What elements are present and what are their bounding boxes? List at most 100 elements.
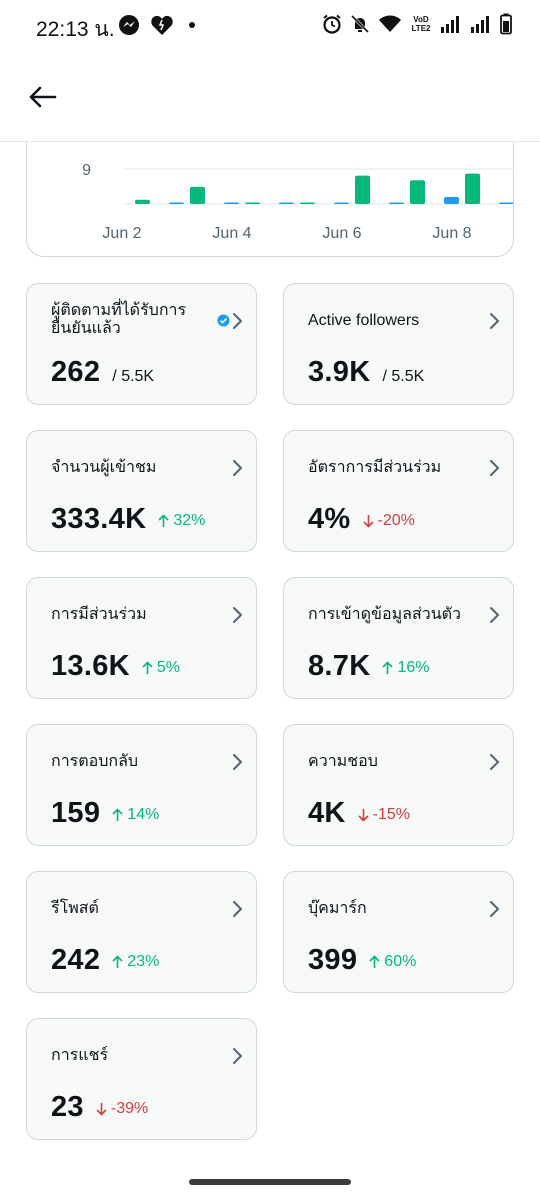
bar-blue[interactable]: [279, 202, 294, 204]
metric-value-row: 3.9K / 5.5K: [308, 356, 424, 389]
metric-label-text: รีโพสต์: [51, 900, 99, 917]
metric-value: 3.9K: [308, 356, 371, 388]
metric-value-row: 8.7K 16%: [308, 650, 430, 683]
metric-value: 13.6K: [51, 650, 130, 682]
bar-green[interactable]: [245, 202, 260, 204]
header-bar: [0, 52, 540, 142]
metric-label: บุ๊คมาร์ก: [308, 900, 473, 918]
x-tick-label: Jun 4: [212, 225, 251, 242]
arrow-left-icon: [29, 86, 57, 108]
metric-label-text: การมีส่วนร่วม: [51, 606, 147, 623]
bar-green[interactable]: [355, 175, 370, 204]
verified-badge-icon: [217, 314, 230, 327]
metric-value-row: 262 / 5.5K: [51, 356, 154, 389]
status-bar: 22:13 น. VoD LTE2: [0, 0, 540, 52]
arrow-down-icon: [96, 1103, 107, 1116]
metric-value-row: 333.4K 32%: [51, 503, 205, 536]
bar-blue[interactable]: [224, 202, 239, 204]
metric-label: การเข้าดูข้อมูลส่วนตัว: [308, 606, 473, 624]
metric-value: 23: [51, 1091, 84, 1123]
metric-value-row: 242 23%: [51, 944, 159, 977]
metric-trend-value: -15%: [372, 806, 411, 823]
metric-trend-value: 16%: [397, 659, 430, 676]
x-tick-label: Jun 6: [322, 225, 361, 242]
metric-tile[interactable]: ความชอบ 4K -15%: [283, 724, 514, 846]
metric-value-row: 399 60%: [308, 944, 416, 977]
chevron-right-icon: [233, 607, 242, 623]
metric-value-row: 4% -20%: [308, 503, 415, 536]
bar-green[interactable]: [135, 199, 150, 204]
arrow-down-icon: [362, 515, 374, 528]
metric-label-text: Active followers: [308, 312, 420, 329]
alarm-icon: [323, 14, 341, 34]
metric-value: 262: [51, 356, 101, 388]
bar-green[interactable]: [410, 180, 425, 204]
bar-blue[interactable]: [169, 202, 184, 204]
metric-trend: -39%: [96, 1100, 148, 1118]
metric-tile[interactable]: การมีส่วนร่วม 13.6K 5%: [26, 577, 257, 699]
metric-trend-value: -20%: [377, 512, 415, 529]
metric-tile[interactable]: Active followers 3.9K / 5.5K: [283, 283, 514, 405]
metric-trend-value: 5%: [156, 659, 181, 676]
bar-blue[interactable]: [334, 202, 349, 204]
metric-trend: 32%: [158, 512, 205, 530]
metric-label-text: ความชอบ: [308, 753, 378, 770]
metric-value-row: 13.6K 5%: [51, 650, 180, 683]
bar-green[interactable]: [465, 173, 480, 204]
metric-trend-value: 23%: [127, 953, 160, 970]
back-button[interactable]: [22, 80, 62, 114]
bar-blue[interactable]: [389, 202, 404, 204]
metric-value: 4K: [308, 797, 346, 829]
chevron-right-icon: [490, 313, 499, 329]
metric-total: / 5.5K: [112, 368, 155, 385]
bar-green[interactable]: [300, 202, 315, 204]
mute-icon: [350, 14, 370, 34]
arrow-up-icon: [112, 955, 123, 968]
metric-tile[interactable]: การแชร์ 23 -39%: [26, 1018, 257, 1140]
arrow-up-icon: [158, 514, 169, 527]
metric-trend: 14%: [112, 806, 159, 824]
metric-tile[interactable]: รีโพสต์ 242 23%: [26, 871, 257, 993]
bar-blue[interactable]: [444, 197, 459, 204]
bar-blue[interactable]: [499, 202, 514, 204]
metric-trend-value: -39%: [110, 1100, 149, 1117]
metric-trend: 23%: [112, 953, 159, 971]
metric-value: 8.7K: [308, 650, 371, 682]
metric-label: จำนวนผู้เข้าชม: [51, 459, 216, 477]
metric-label: การมีส่วนร่วม: [51, 606, 216, 624]
bar-green[interactable]: [190, 186, 205, 204]
chevron-right-icon: [490, 607, 499, 623]
metric-label-text: การแชร์: [51, 1047, 109, 1064]
metric-label: ความชอบ: [308, 753, 473, 771]
metric-label-text: การตอบกลับ: [51, 753, 139, 770]
metric-tile[interactable]: อัตราการมีส่วนร่วม 4% -20%: [283, 430, 514, 552]
signal-icon: [471, 16, 489, 33]
metric-trend-value: 14%: [127, 806, 160, 823]
metric-label: อัตราการมีส่วนร่วม: [308, 459, 473, 477]
metric-label: การตอบกลับ: [51, 753, 216, 771]
signal-icon: [441, 16, 459, 33]
metric-label: ผู้ติดตามที่ได้รับการยืนยันแล้ว: [51, 302, 230, 338]
metric-label-text: ผู้ติดตามที่ได้รับการยืนยันแล้ว: [51, 302, 187, 337]
battery-icon: [500, 13, 512, 35]
metric-value: 399: [308, 944, 358, 976]
metric-trend: 60%: [369, 953, 416, 971]
wifi-icon: [379, 15, 401, 32]
home-indicator[interactable]: [189, 1179, 351, 1185]
chevron-right-icon: [490, 901, 499, 917]
metric-tile[interactable]: การตอบกลับ 159 14%: [26, 724, 257, 846]
arrow-down-icon: [358, 809, 369, 822]
status-time: 22:13 น.: [36, 18, 115, 41]
metric-value-row: 4K -15%: [308, 797, 410, 830]
metric-tile[interactable]: การเข้าดูข้อมูลส่วนตัว 8.7K 16%: [283, 577, 514, 699]
metric-tile[interactable]: จำนวนผู้เข้าชม 333.4K 32%: [26, 430, 257, 552]
arrow-up-icon: [369, 955, 380, 968]
metric-tile[interactable]: บุ๊คมาร์ก 399 60%: [283, 871, 514, 993]
metric-value: 333.4K: [51, 503, 147, 535]
chevron-right-icon: [233, 901, 242, 917]
messenger-icon: [119, 15, 139, 35]
metric-tile[interactable]: ผู้ติดตามที่ได้รับการยืนยันแล้ว 262 / 5.5K: [26, 283, 257, 405]
metric-value-row: 23 -39%: [51, 1091, 148, 1124]
chevron-right-icon: [490, 460, 499, 476]
chevron-right-icon: [233, 754, 242, 770]
